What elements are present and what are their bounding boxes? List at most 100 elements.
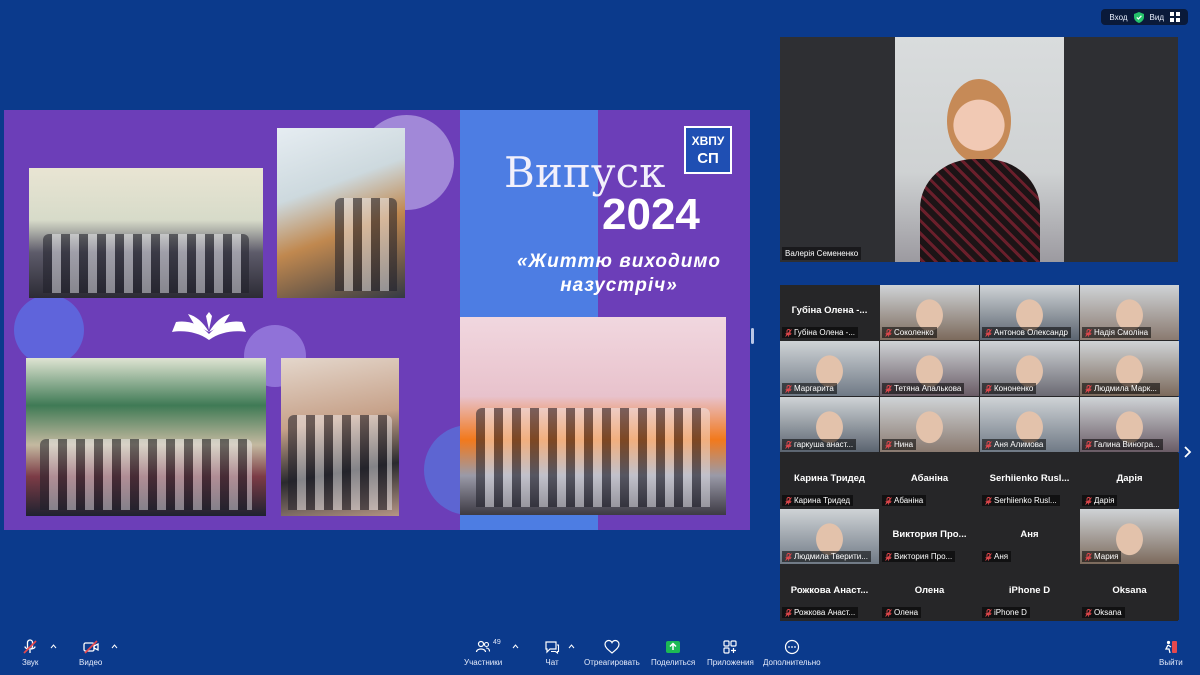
mic-muted-icon — [985, 384, 992, 393]
active-speaker-video[interactable]: Валерія Семененко — [780, 37, 1178, 262]
participant-name-label: Тетяна Апалькова — [882, 383, 965, 394]
participant-name-label: Аня Алимова — [982, 439, 1047, 450]
chevron-right-icon[interactable] — [1184, 446, 1192, 458]
participant-tile[interactable]: Дарія Дарія — [1080, 453, 1179, 508]
heart-icon — [604, 639, 620, 654]
participant-tile[interactable]: Serhiienko Rusl... Serhiienko Rusl... — [980, 453, 1079, 508]
participant-tile[interactable]: iPhone D iPhone D — [980, 565, 1079, 620]
participant-tile[interactable]: гаркуша анаст... — [780, 397, 879, 452]
participant-name-label: Аня — [982, 551, 1012, 562]
participant-name-label: Дарія — [1082, 495, 1118, 506]
participant-tile[interactable]: Маргарита — [780, 341, 879, 396]
shield-icon — [1133, 11, 1144, 23]
participant-name-text: Нина — [894, 440, 914, 449]
participants-label: Участники — [464, 658, 503, 667]
apps-icon — [723, 640, 738, 654]
mic-muted-icon — [1085, 328, 1092, 337]
participant-display-name: Карина Тридед — [794, 473, 865, 484]
react-label: Отреагировать — [584, 658, 640, 667]
mic-muted-icon — [885, 440, 892, 449]
students-photo-4 — [281, 358, 399, 516]
audio-label: Звук — [22, 658, 39, 667]
participant-tile[interactable]: Абаніна Абаніна — [880, 453, 979, 508]
participant-tile[interactable]: Oksana Oksana — [1080, 565, 1179, 620]
chevron-up-icon[interactable] — [50, 644, 57, 649]
mic-muted-icon — [885, 328, 892, 337]
video-button[interactable]: Видео — [79, 639, 102, 667]
participant-name-label: Соколенко — [882, 327, 937, 338]
participant-tile[interactable]: Галина Виногра... — [1080, 397, 1179, 452]
participant-name-text: Людмила Тверити... — [794, 552, 868, 561]
mic-muted-icon — [785, 328, 792, 337]
participant-tile[interactable]: Людмила Марк... — [1080, 341, 1179, 396]
participant-tile[interactable]: Виктория Про... Виктория Про... — [880, 509, 979, 564]
react-button[interactable]: Отреагировать — [584, 639, 640, 667]
apps-button[interactable]: Приложения — [707, 639, 754, 667]
share-screen-button[interactable]: Поделиться — [651, 639, 695, 667]
participant-name-text: Oksana — [1094, 608, 1122, 617]
participant-name-text: iPhone D — [994, 608, 1027, 617]
participant-name-label: iPhone D — [982, 607, 1030, 618]
grid-view-icon[interactable] — [1170, 12, 1180, 22]
participant-display-name: Губіна Олена -... — [791, 305, 868, 316]
participant-tile[interactable]: Тетяна Апалькова — [880, 341, 979, 396]
participant-name-text: гаркуша анаст... — [794, 440, 854, 449]
participant-display-name: Oksana — [1112, 585, 1147, 596]
more-button[interactable]: Дополнительно — [763, 639, 821, 667]
participant-tile[interactable]: Соколенко — [880, 285, 979, 340]
participant-display-name: Рожкова Анаст... — [790, 585, 869, 596]
panel-splitter-handle[interactable] — [751, 328, 754, 344]
participant-tile[interactable]: Олена Олена — [880, 565, 979, 620]
participant-tile[interactable]: Кононенко — [980, 341, 1079, 396]
participant-tile[interactable]: Людмила Тверити... — [780, 509, 879, 564]
meeting-status-bar: Вход Вид — [1101, 9, 1188, 25]
participant-name-text: Мария — [1094, 552, 1119, 561]
leave-icon — [1164, 640, 1177, 654]
participant-name-label: Надія Смоліна — [1082, 327, 1152, 338]
audio-button[interactable]: Звук — [22, 639, 38, 667]
participant-tile[interactable]: Рожкова Анаст... Рожкова Анаст... — [780, 565, 879, 620]
logo-text-top: ХВПУ — [691, 134, 725, 148]
participant-name-label: Oksana — [1082, 607, 1125, 618]
chevron-up-icon[interactable] — [512, 644, 519, 649]
participant-name-text: Олена — [894, 608, 919, 617]
open-book-icon — [172, 312, 246, 340]
view-menu-label[interactable]: Вид — [1150, 13, 1164, 22]
participant-tile[interactable]: Мария — [1080, 509, 1179, 564]
speaker-name-label: Валерія Семененко — [782, 247, 862, 260]
participant-name-label: Мария — [1082, 551, 1122, 562]
participant-name-label: Людмила Марк... — [1082, 383, 1160, 394]
mic-muted-icon — [985, 496, 992, 505]
mic-muted-icon — [23, 639, 37, 654]
chat-icon — [545, 641, 560, 655]
chevron-up-icon[interactable] — [111, 644, 118, 649]
participant-name-label: Галина Виногра... — [1082, 439, 1163, 450]
logo-text-bottom: СП — [697, 150, 719, 167]
participant-name-text: Виктория Про... — [894, 552, 953, 561]
participant-tile[interactable]: Карина Тридед Карина Тридед — [780, 453, 879, 508]
participant-display-name: iPhone D — [1008, 585, 1051, 596]
participant-tile[interactable]: Антонов Олександр — [980, 285, 1079, 340]
students-photo-5 — [460, 317, 726, 515]
mic-muted-icon — [1085, 384, 1092, 393]
participant-name-text: Галина Виногра... — [1094, 440, 1160, 449]
participant-tile[interactable]: Надія Смоліна — [1080, 285, 1179, 340]
more-dots-icon — [784, 639, 799, 655]
leave-button[interactable]: Выйти — [1159, 639, 1183, 667]
participant-tile[interactable]: Нина — [880, 397, 979, 452]
mic-muted-icon — [785, 496, 792, 505]
participant-display-name: Олена — [914, 585, 945, 596]
slide-subtitle: «Життю виходимо назустріч» — [494, 250, 744, 298]
participant-tile[interactable]: Губіна Олена -... Губіна Олена -... — [780, 285, 879, 340]
chat-button[interactable]: Чат — [544, 639, 560, 667]
login-label[interactable]: Вход — [1109, 13, 1127, 22]
participant-tile[interactable]: Аня Аня — [980, 509, 1079, 564]
participant-name-text: Аня Алимова — [994, 440, 1044, 449]
apps-label: Приложения — [707, 658, 754, 667]
class-photo-1 — [29, 168, 263, 298]
slide-year: 2024 — [602, 190, 700, 239]
mic-muted-icon — [1085, 440, 1092, 449]
chevron-up-icon[interactable] — [568, 644, 575, 649]
participant-name-text: Тетяна Апалькова — [894, 384, 962, 393]
participant-tile[interactable]: Аня Алимова — [980, 397, 1079, 452]
